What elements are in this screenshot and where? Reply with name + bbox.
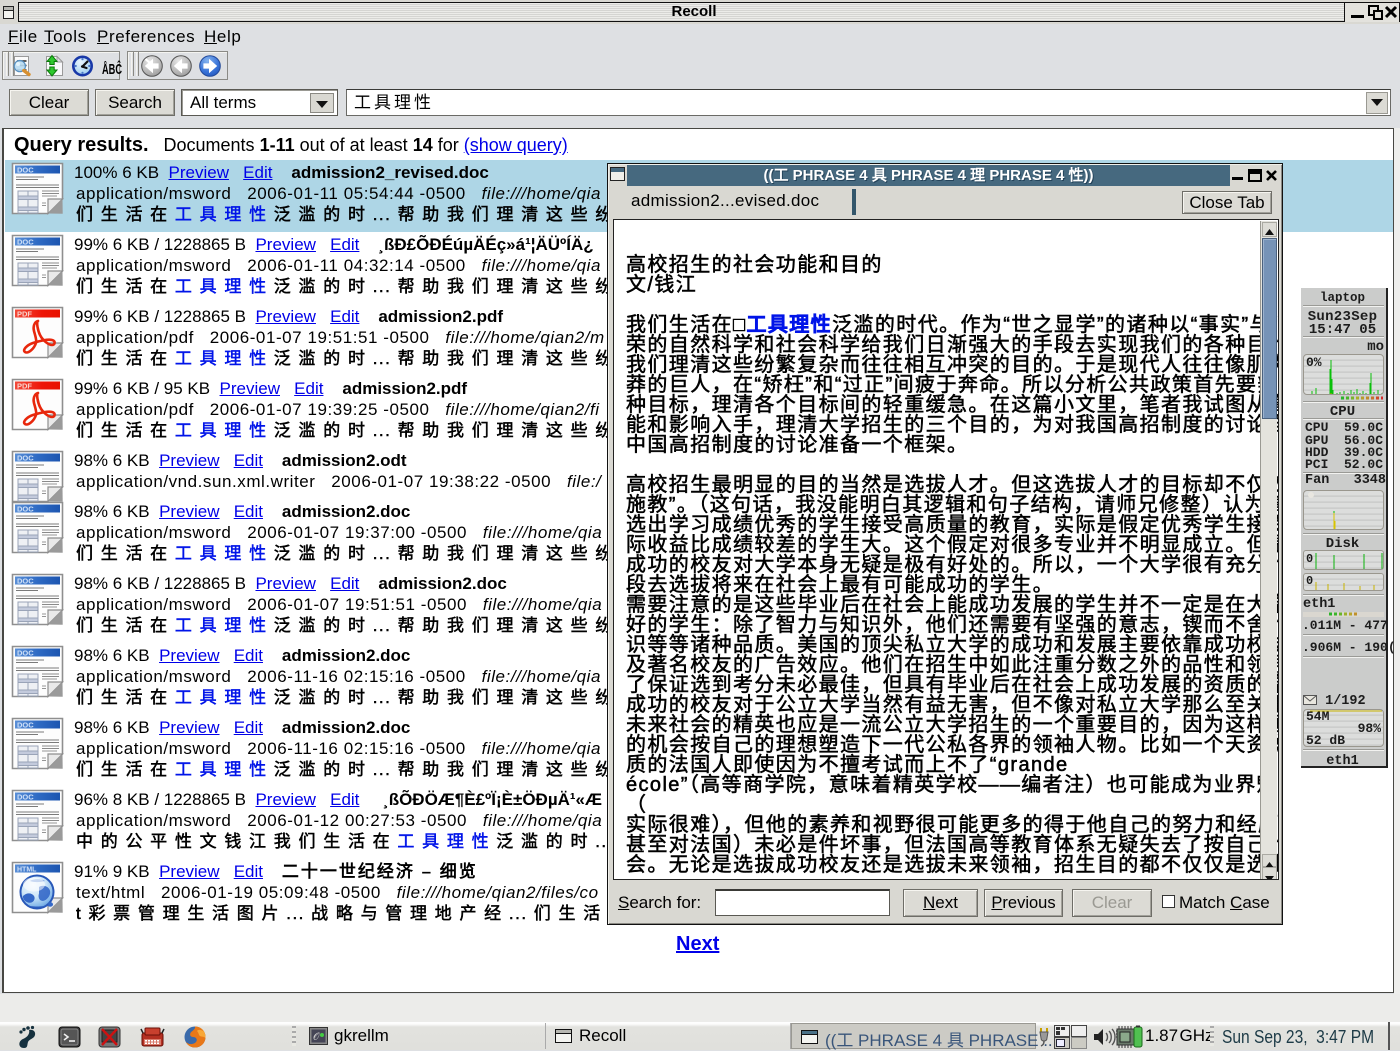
svg-text:𝒪: 𝒪 <box>313 1032 320 1043</box>
svg-text:ÅBĈ: ÅBĈ <box>102 60 122 78</box>
